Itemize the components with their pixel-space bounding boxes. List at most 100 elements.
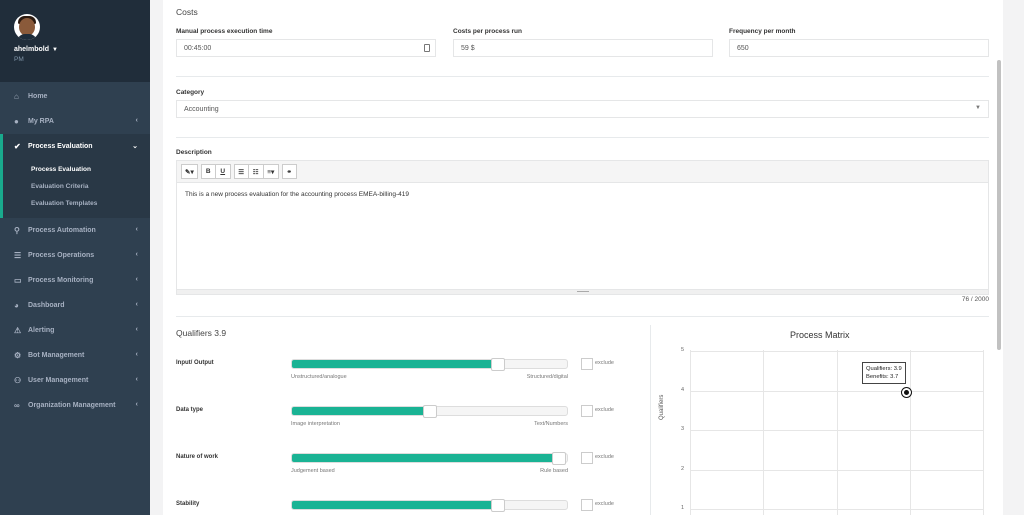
slider-fill: [292, 454, 559, 462]
description-label: Description: [176, 149, 212, 156]
sidebar-item-bot-management[interactable]: ⚙ Bot Management ‹: [0, 343, 150, 368]
qualifier-label: Stability: [176, 501, 200, 507]
slider-handle[interactable]: [491, 358, 505, 371]
slider-handle[interactable]: [491, 499, 505, 512]
qualifier-label: Nature of work: [176, 454, 219, 460]
y-tick-label: 3: [680, 426, 684, 432]
chart-tooltip: Qualifiers: 3.9 Benefits: 3.7: [862, 362, 906, 384]
chevron-left-icon: ‹: [135, 251, 138, 258]
cost-per-run-input[interactable]: 59 $: [453, 39, 713, 57]
sidebar-nav: ⌂ Home ● My RPA ‹ ✔ Process Evaluation ⌄…: [0, 84, 150, 418]
category-select[interactable]: Accounting ▼: [176, 100, 989, 118]
sidebar-subitem-evaluation-templates[interactable]: Evaluation Templates: [3, 195, 150, 212]
divider: [176, 137, 989, 138]
divider: [176, 316, 989, 317]
clock-icon[interactable]: [424, 44, 430, 52]
pie-chart-icon: ◕: [14, 301, 19, 310]
slider-max-label: Structured/digital: [526, 374, 568, 380]
sidebar-item-label: Organization Management: [28, 402, 116, 409]
exclude-checkbox[interactable]: [581, 452, 593, 464]
data-point[interactable]: [901, 388, 911, 398]
sidebar-subitem-process-evaluation[interactable]: Process Evaluation: [3, 161, 150, 178]
magic-style-icon[interactable]: ✎▾: [181, 164, 198, 179]
exclude-checkbox[interactable]: [581, 358, 593, 370]
slider-fill: [292, 407, 430, 415]
grid-line: [910, 350, 911, 515]
sidebar-item-dashboard[interactable]: ◕ Dashboard ‹: [0, 293, 150, 318]
chart-title: Process Matrix: [790, 330, 850, 340]
sidebar-item-my-rpa[interactable]: ● My RPA ‹: [0, 109, 150, 134]
sidebar-item-process-monitoring[interactable]: ▭ Process Monitoring ‹: [0, 268, 150, 293]
qualifier-label: Data type: [176, 407, 204, 413]
manual-time-label: Manual process execution time: [176, 28, 273, 35]
scrollbar[interactable]: [997, 60, 1001, 350]
sidebar-submenu: Process Evaluation Evaluation Criteria E…: [0, 159, 150, 218]
warning-icon: ⚠: [14, 326, 22, 335]
exclude-checkbox[interactable]: [581, 499, 593, 511]
link-icon: ∞: [14, 401, 20, 410]
chevron-left-icon: ‹: [135, 401, 138, 408]
underline-button[interactable]: U: [215, 164, 231, 179]
home-icon: ⌂: [14, 92, 19, 101]
sidebar-item-user-management[interactable]: ⚇ User Management ‹: [0, 368, 150, 393]
qualifiers-heading: Qualifiers 3.9: [176, 328, 227, 338]
profile-header: ahelmbold ▼ PM: [0, 0, 150, 82]
unordered-list-icon[interactable]: ☰: [233, 164, 249, 179]
qualifier-slider[interactable]: [291, 499, 568, 512]
qualifier-slider[interactable]: [291, 452, 568, 465]
sidebar-item-alerting[interactable]: ⚠ Alerting ‹: [0, 318, 150, 343]
sidebar-item-label: My RPA: [28, 118, 54, 125]
grid-line: [837, 350, 838, 515]
qualifier-slider[interactable]: [291, 358, 568, 371]
sidebar-item-home[interactable]: ⌂ Home: [0, 84, 150, 109]
chevron-left-icon: ‹: [135, 117, 138, 124]
user-name: ahelmbold: [14, 46, 50, 53]
category-value: Accounting: [184, 106, 219, 113]
cost-per-run-label: Costs per process run: [453, 28, 522, 35]
process-matrix-plot: 5 4 3 2 1: [681, 347, 984, 515]
caret-down-icon: ▼: [52, 47, 58, 53]
sidebar-item-label: Alerting: [28, 327, 55, 334]
slider-handle[interactable]: [552, 452, 566, 465]
slider-max-label: Rule based: [540, 468, 568, 474]
slider-min-label: Judgement based: [291, 468, 335, 474]
editor-toolbar: ✎▾ B U ☰ ☷ ≡▾ ⚭: [177, 161, 988, 183]
user-menu[interactable]: ahelmbold ▼: [14, 46, 150, 53]
chevron-left-icon: ‹: [135, 301, 138, 308]
user-icon: ●: [14, 117, 19, 126]
chevron-down-icon: ⌄: [132, 143, 138, 150]
editor-resize-handle[interactable]: [177, 289, 988, 294]
y-tick-label: 5: [680, 347, 684, 353]
sidebar-item-organization-management[interactable]: ∞ Organization Management ‹: [0, 393, 150, 418]
qualifier-slider[interactable]: [291, 405, 568, 418]
category-label: Category: [176, 89, 205, 96]
y-tick-label: 2: [680, 465, 684, 472]
slider-max-label: Text/Numbers: [534, 421, 568, 427]
manual-time-input[interactable]: 00:45:00: [176, 39, 436, 57]
frequency-input[interactable]: 650: [729, 39, 989, 57]
tasks-icon: ☰: [14, 251, 22, 260]
slider-fill: [292, 501, 498, 509]
slider-handle[interactable]: [423, 405, 437, 418]
sidebar-item-process-automation[interactable]: ⚲ Process Automation ‹: [0, 218, 150, 243]
users-icon: ⚇: [14, 376, 22, 385]
sidebar-subitem-evaluation-criteria[interactable]: Evaluation Criteria: [3, 178, 150, 195]
exclude-label: exclude: [595, 454, 614, 460]
tooltip-line: Qualifiers: 3.9: [866, 366, 902, 372]
link-icon[interactable]: ⚭: [281, 164, 297, 179]
y-tick-label: 1: [680, 505, 684, 511]
manual-time-value: 00:45:00: [184, 45, 212, 52]
bold-button[interactable]: B: [200, 164, 216, 179]
sidebar-item-process-evaluation[interactable]: ✔ Process Evaluation ⌄: [0, 134, 150, 159]
user-role: PM: [14, 56, 24, 63]
exclude-checkbox[interactable]: [581, 405, 593, 417]
sidebar-item-process-operations[interactable]: ☰ Process Operations ‹: [0, 243, 150, 268]
description-text[interactable]: This is a new process evaluation for the…: [177, 183, 988, 206]
ordered-list-icon[interactable]: ☷: [248, 164, 264, 179]
align-icon[interactable]: ≡▾: [263, 164, 279, 179]
cost-per-run-value: 59 $: [461, 45, 475, 52]
slider-fill: [292, 360, 498, 368]
avatar[interactable]: [14, 14, 40, 40]
chevron-left-icon: ‹: [135, 326, 138, 333]
sidebar-item-label: Process Automation: [28, 227, 96, 234]
